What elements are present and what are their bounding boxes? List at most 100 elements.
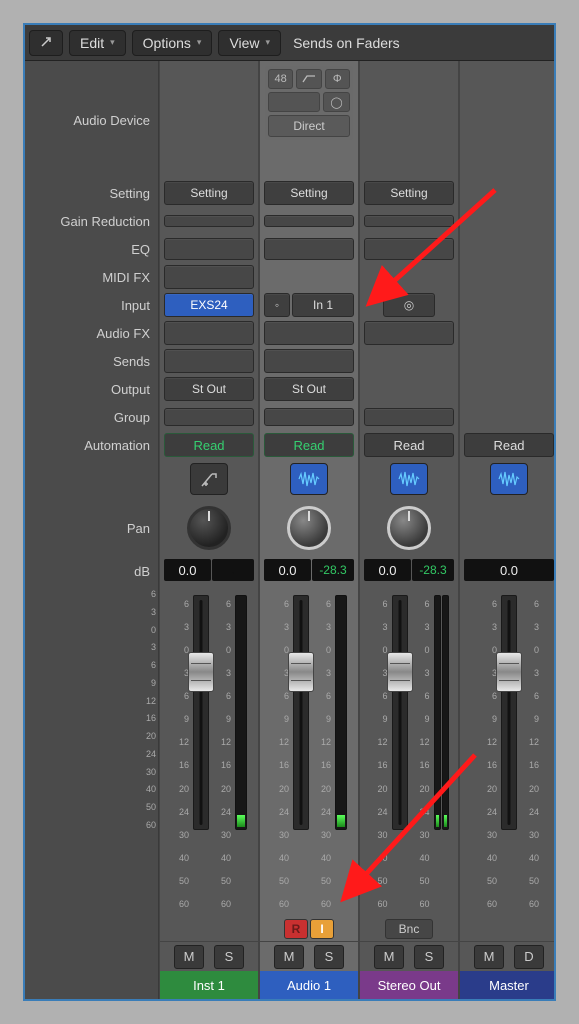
level-meter — [235, 595, 247, 830]
label-sends: Sends — [25, 347, 158, 375]
automation-mode-button[interactable]: Read — [364, 433, 454, 457]
pan-knob[interactable] — [187, 506, 231, 550]
solo-button[interactable]: S — [414, 945, 444, 969]
gain-reduction-meter — [364, 215, 454, 227]
phase-icon[interactable]: Φ — [325, 69, 350, 89]
group-slot[interactable] — [164, 408, 254, 426]
channel-name[interactable]: Stereo Out — [360, 971, 458, 999]
group-slot[interactable] — [264, 408, 354, 426]
mute-button[interactable]: M — [274, 945, 304, 969]
group-slot[interactable] — [364, 408, 454, 426]
peak-display[interactable]: -28.3 — [412, 559, 454, 581]
fader-scale-right: 6303691216202430405060 — [412, 595, 430, 913]
gain-reduction-meter — [164, 215, 254, 227]
audio-fx-slot[interactable] — [264, 321, 354, 345]
direct-slot[interactable] — [268, 92, 320, 112]
db-display[interactable]: 0.0 — [164, 559, 211, 581]
setting-slot[interactable]: Setting — [364, 181, 454, 205]
mute-button[interactable]: M — [474, 945, 504, 969]
channel-name[interactable]: Inst 1 — [160, 971, 258, 999]
channel-name[interactable]: Audio 1 — [260, 971, 358, 999]
automation-mode-button[interactable]: Read — [164, 433, 254, 457]
fader-scale-right: 6303691216202430405060 — [521, 595, 539, 913]
view-menu[interactable]: View ▾ — [218, 30, 281, 56]
bounce-button[interactable]: Bnc — [385, 919, 433, 939]
level-meter-stereo — [434, 595, 449, 913]
automation-mode-button[interactable]: Read — [464, 433, 554, 457]
mixer-window: Edit ▾ Options ▾ View ▾ Sends on Faders … — [23, 23, 556, 1001]
sends-slot[interactable] — [164, 349, 254, 373]
output-slot[interactable]: St Out — [264, 377, 354, 401]
db-display[interactable]: 0.0 — [464, 559, 554, 581]
fader-scale-left: 6303691216202430405060 — [171, 595, 189, 913]
input-format-mono-icon[interactable]: ◦ — [264, 293, 290, 317]
label-gain-reduction: Gain Reduction — [25, 207, 158, 235]
fader-scale-right: 6303691216202430405060 — [313, 595, 331, 913]
instrument-icon[interactable] — [190, 463, 228, 495]
label-automation: Automation — [25, 431, 158, 459]
audio-fx-slot[interactable] — [164, 321, 254, 345]
sends-slot[interactable] — [264, 349, 354, 373]
direct-panel[interactable]: 48 Φ ◯ Direct — [265, 66, 353, 140]
waveform-icon[interactable] — [290, 463, 328, 495]
options-menu-label: Options — [143, 35, 191, 51]
fader-cap[interactable] — [288, 652, 314, 692]
peak-display[interactable]: -28.3 — [312, 559, 354, 581]
edit-menu[interactable]: Edit ▾ — [69, 30, 126, 56]
fader-cap[interactable] — [188, 652, 214, 692]
eq-thumbnail[interactable] — [164, 238, 254, 260]
link-icon[interactable] — [29, 30, 63, 56]
label-output: Output — [25, 375, 158, 403]
fader-cap[interactable] — [496, 652, 522, 692]
eq-thumbnail[interactable] — [264, 238, 354, 260]
eq-thumbnail[interactable] — [364, 238, 454, 260]
channel-strips: Setting EXS24 St Out Read 0.0. 630369121620… — [159, 61, 556, 999]
label-midi-fx: MIDI FX — [25, 263, 158, 291]
waveform-icon[interactable] — [390, 463, 428, 495]
record-enable-button[interactable]: R — [284, 919, 308, 939]
solo-button[interactable]: S — [214, 945, 244, 969]
channel-strip-audio-1[interactable]: 48 Φ ◯ Direct Setting ◦ In 1 St Out Read 0.… — [259, 61, 359, 999]
solo-button[interactable]: S — [314, 945, 344, 969]
input-slot[interactable]: In 1 — [292, 293, 354, 317]
channel-strip-master[interactable]: Read 0.0 6303691216202430405060 63036912… — [459, 61, 556, 999]
direct-value[interactable]: 48 — [268, 69, 293, 89]
options-menu[interactable]: Options ▾ — [132, 30, 213, 56]
direct-knob[interactable]: ◯ — [323, 92, 350, 112]
peak-display[interactable]: . — [212, 559, 254, 581]
setting-slot[interactable]: Setting — [164, 181, 254, 205]
waveform-icon[interactable] — [490, 463, 528, 495]
fader-scale-left: 6303691216202430405060 — [271, 595, 289, 913]
fader[interactable] — [392, 595, 408, 830]
channel-strip-stereo-out[interactable]: Setting ◎ Read 0.0-28.3 630369121620243040… — [359, 61, 459, 999]
edit-menu-label: Edit — [80, 35, 104, 51]
label-eq: EQ — [25, 235, 158, 263]
db-display[interactable]: 0.0 — [264, 559, 311, 581]
channel-name[interactable]: Master — [460, 971, 556, 999]
fader-cap[interactable] — [387, 652, 413, 692]
dim-button[interactable]: D — [514, 945, 544, 969]
output-slot[interactable]: St Out — [164, 377, 254, 401]
mute-button[interactable]: M — [374, 945, 404, 969]
automation-mode-button[interactable]: Read — [264, 433, 354, 457]
pan-knob[interactable] — [387, 506, 431, 550]
input-monitor-button[interactable]: I — [310, 919, 334, 939]
setting-slot[interactable]: Setting — [264, 181, 354, 205]
midi-fx-slot[interactable] — [164, 265, 254, 289]
hpf-icon[interactable] — [296, 69, 321, 89]
direct-button[interactable]: Direct — [268, 115, 350, 137]
level-meter — [335, 595, 347, 830]
db-display[interactable]: 0.0 — [364, 559, 411, 581]
audio-fx-slot[interactable] — [364, 321, 454, 345]
input-slot[interactable]: EXS24 — [164, 293, 254, 317]
channel-strip-inst-1[interactable]: Setting EXS24 St Out Read 0.0. 630369121620… — [159, 61, 259, 999]
sends-on-faders-label[interactable]: Sends on Faders — [287, 35, 400, 51]
input-format-stereo-icon[interactable]: ◎ — [383, 293, 435, 317]
fader[interactable] — [501, 595, 517, 830]
mute-button[interactable]: M — [174, 945, 204, 969]
gain-reduction-meter — [264, 215, 354, 227]
fader[interactable] — [193, 595, 209, 830]
fader[interactable] — [293, 595, 309, 830]
pan-knob[interactable] — [287, 506, 331, 550]
label-pan: Pan — [25, 499, 158, 557]
